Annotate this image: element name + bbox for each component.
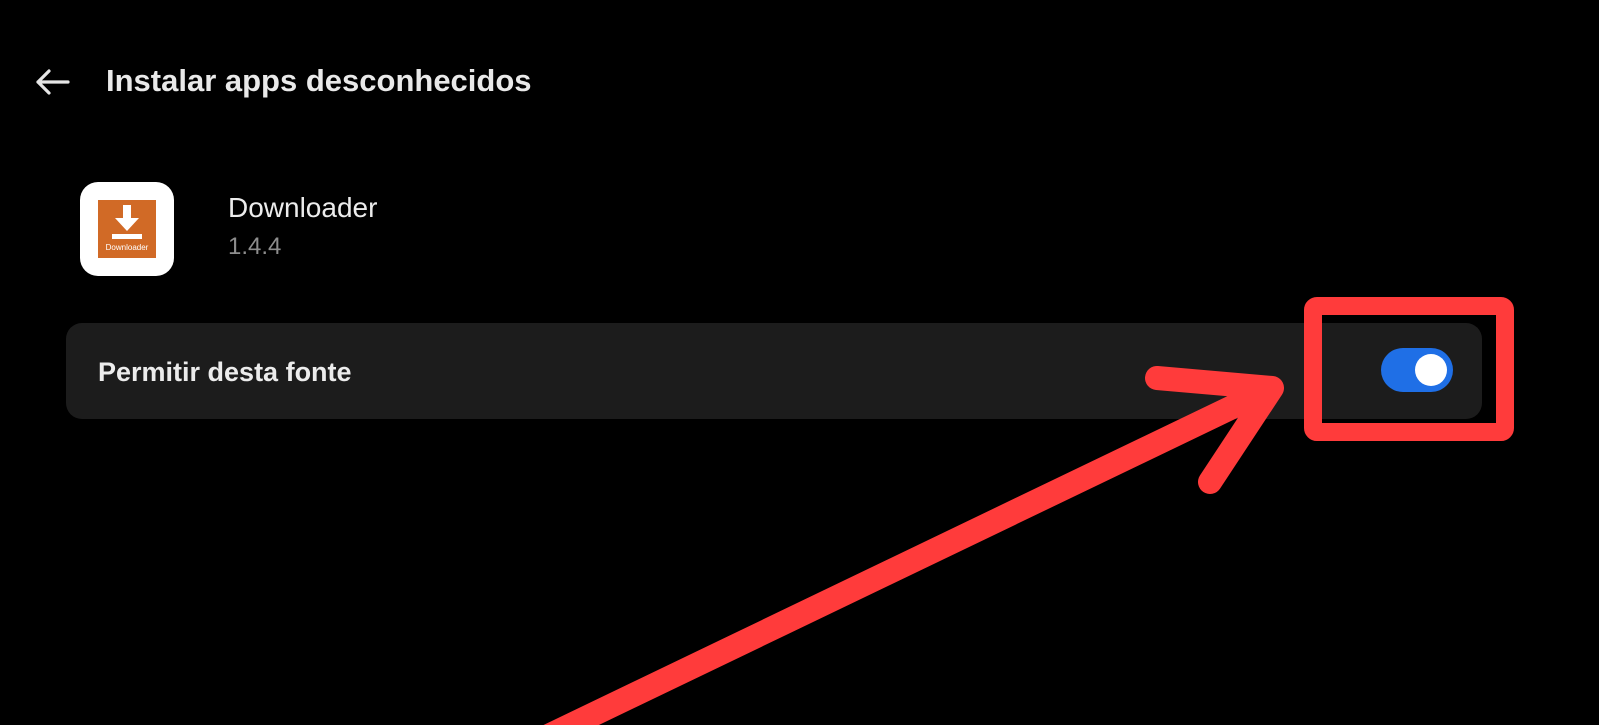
app-name: Downloader [228, 192, 378, 223]
download-arrow-icon: Downloader [98, 200, 156, 258]
allow-source-toggle[interactable] [1381, 348, 1453, 392]
top-bar: Instalar apps desconhecidos [0, 44, 1599, 120]
arrow-left-icon [36, 69, 70, 95]
app-version: 1.4.4 [228, 233, 282, 260]
allow-from-source-setting[interactable]: Permitir desta fonte [66, 323, 1482, 419]
app-icon: Downloader [80, 182, 174, 276]
setting-label: Permitir desta fonte [98, 357, 352, 387]
toggle-knob [1415, 354, 1447, 386]
app-info: Downloader Downloader 1.4.4 [80, 180, 680, 276]
back-button[interactable] [22, 60, 82, 104]
annotation-arrow [543, 366, 1284, 725]
app-icon-label: Downloader [105, 243, 149, 252]
page-title: Instalar apps desconhecidos [106, 63, 532, 98]
